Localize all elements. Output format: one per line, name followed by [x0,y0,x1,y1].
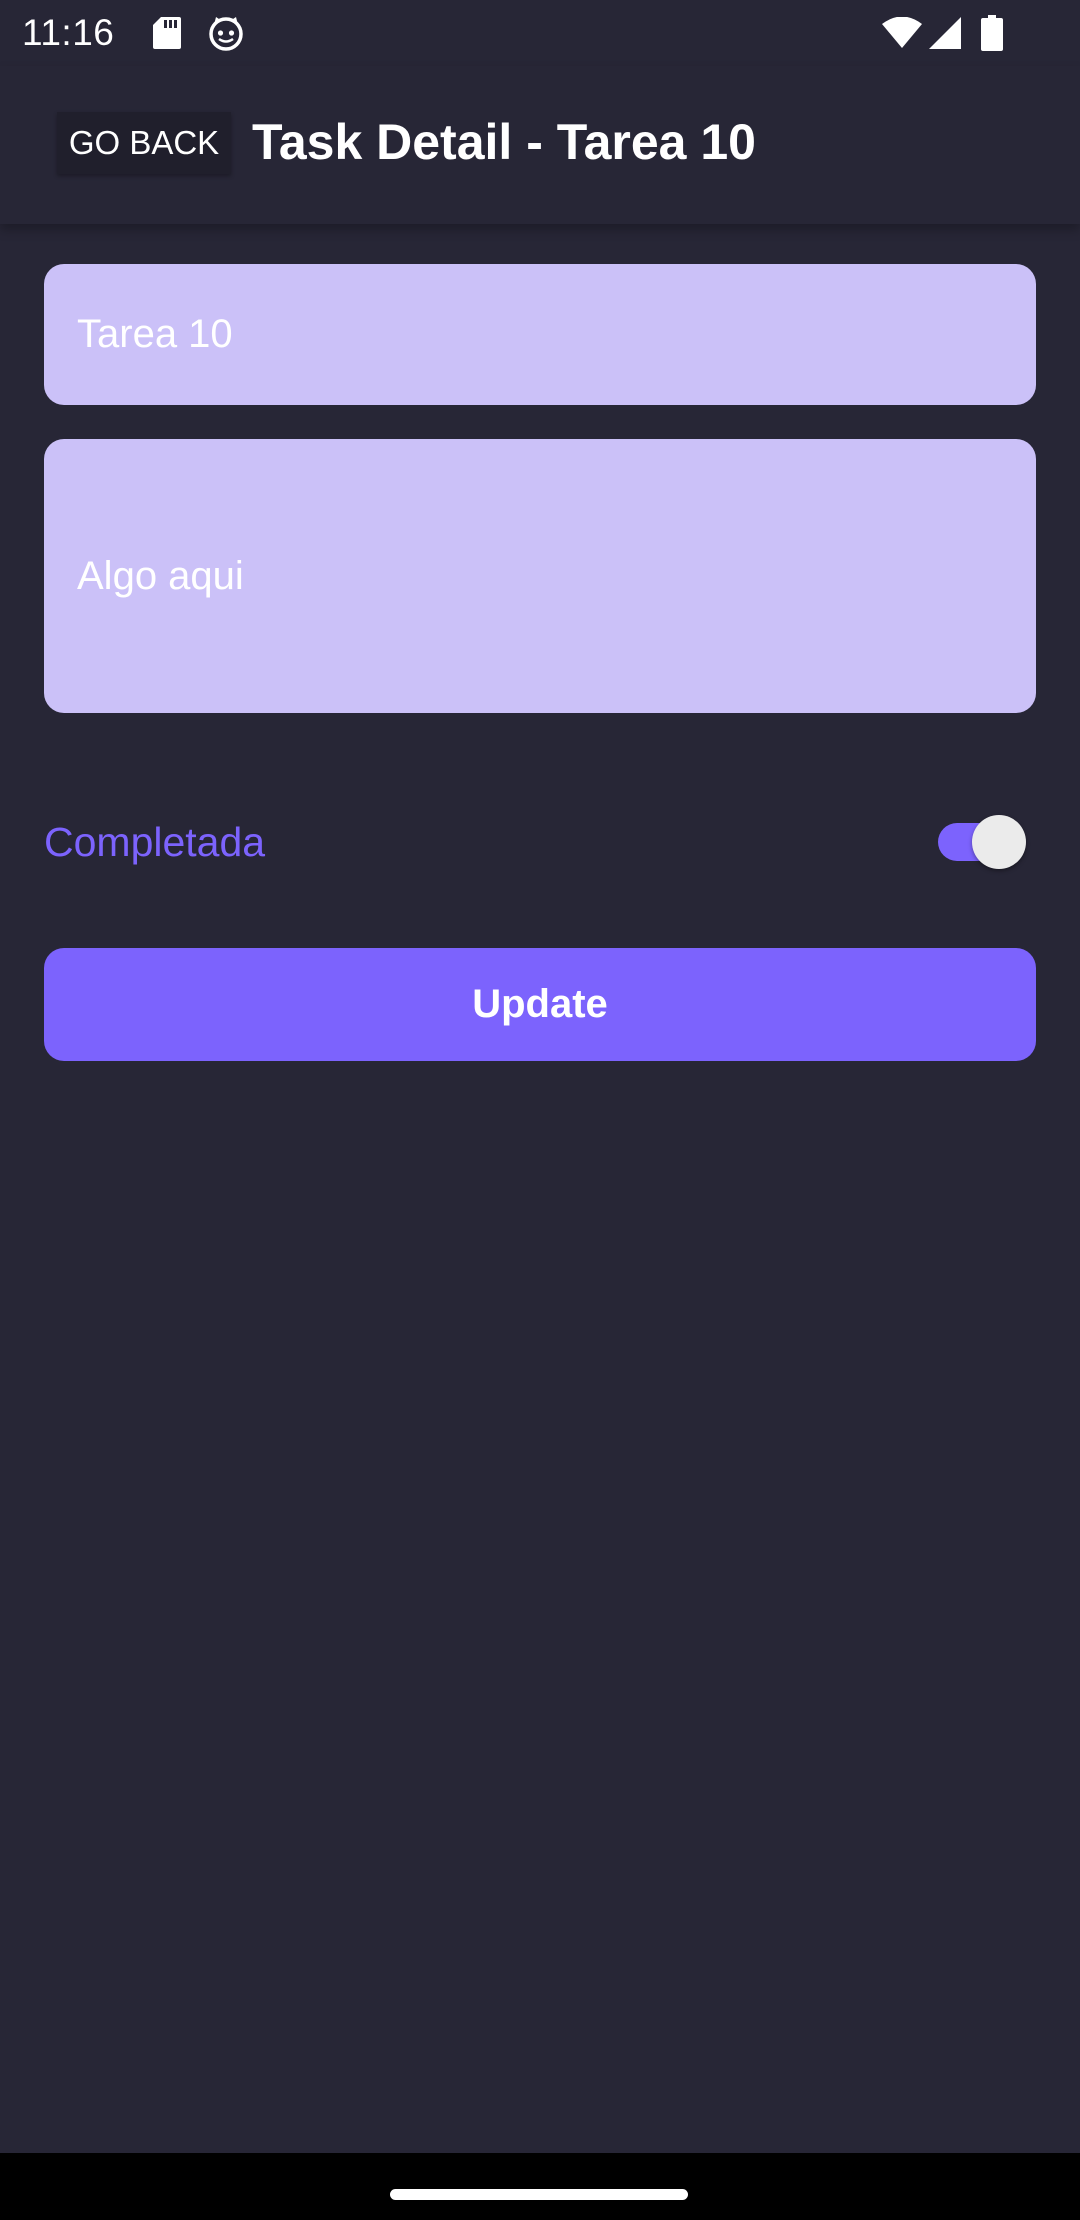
update-button[interactable]: Update [44,948,1036,1061]
navigation-bar [0,2153,1080,2220]
page-title: Task Detail - Tarea 10 [252,114,756,170]
cat-face-icon [208,0,244,66]
status-time: 11:16 [22,12,115,53]
home-indicator[interactable] [390,2189,688,2200]
cellular-signal-icon [928,0,962,66]
task-description-input[interactable]: Algo aqui [44,439,1036,713]
go-back-button[interactable]: GO BACK [57,112,231,174]
toggle-thumb [972,815,1026,869]
task-description-value: Algo aqui [77,553,244,598]
app-header: GO BACK Task Detail - Tarea 10 [0,66,1080,224]
wifi-icon [882,0,922,66]
completed-toggle[interactable] [934,812,1034,872]
battery-icon [981,0,1003,66]
completed-label: Completada [44,819,266,865]
sd-card-icon [152,0,182,66]
task-title-input[interactable]: Tarea 10 [44,264,1036,405]
task-title-value: Tarea 10 [77,312,233,356]
status-bar: 11:16 [0,0,1080,66]
